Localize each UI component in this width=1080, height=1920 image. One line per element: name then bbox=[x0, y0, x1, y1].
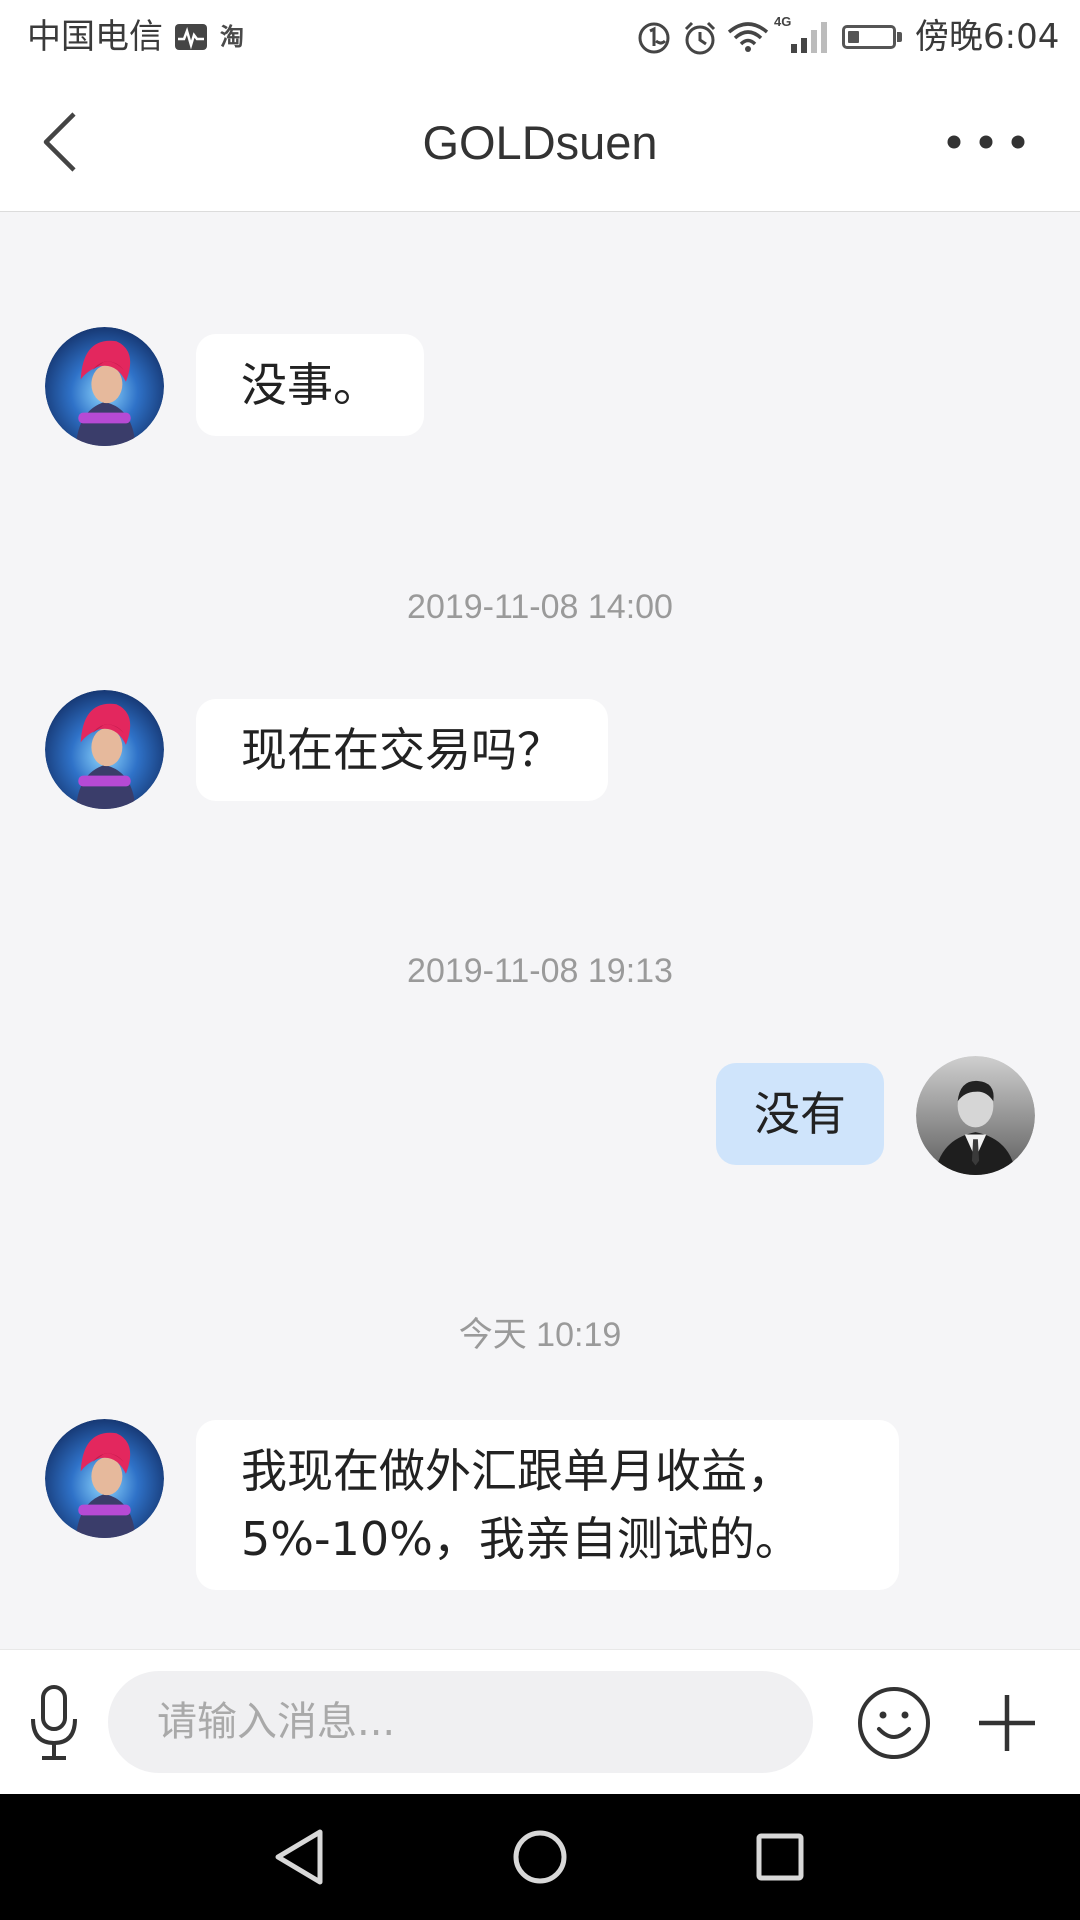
contact-avatar[interactable] bbox=[45, 327, 164, 446]
emoji-smile-icon bbox=[858, 1687, 930, 1759]
contact-avatar[interactable] bbox=[45, 690, 164, 809]
message-text: 现在在交易吗？ bbox=[241, 723, 563, 777]
home-circle-icon bbox=[513, 1830, 567, 1884]
message-text: 没有 bbox=[754, 1087, 846, 1141]
chat-header: GOLDsuen bbox=[0, 76, 1080, 212]
more-actions-button[interactable] bbox=[973, 1689, 1041, 1757]
timestamp: 2019-11-08 19:13 bbox=[407, 952, 673, 990]
alarm-icon bbox=[684, 21, 716, 55]
timestamp: 今天 10:19 bbox=[458, 1316, 622, 1354]
activity-monitor-icon bbox=[175, 24, 207, 50]
nav-home-button[interactable] bbox=[500, 1817, 580, 1897]
contact-avatar-image bbox=[45, 690, 164, 809]
message-input-container[interactable] bbox=[108, 1671, 813, 1773]
message-bubble-outgoing[interactable]: 没有 bbox=[716, 1063, 884, 1165]
self-avatar[interactable] bbox=[916, 1056, 1035, 1175]
battery-level bbox=[848, 31, 859, 43]
message-line: 我现在做外汇跟单月收益， bbox=[241, 1444, 793, 1498]
clock: 傍晚6:04 bbox=[915, 17, 1060, 57]
battery-icon bbox=[842, 25, 896, 49]
voice-input-button[interactable] bbox=[26, 1683, 82, 1763]
emoji-button[interactable] bbox=[854, 1683, 934, 1763]
message-line: 5%-10%，我亲自测试的。 bbox=[241, 1512, 801, 1566]
message-composer bbox=[0, 1649, 1080, 1794]
wifi-icon bbox=[727, 22, 769, 52]
message-bubble[interactable]: 我现在做外汇跟单月收益， 5%-10%，我亲自测试的。 bbox=[196, 1420, 899, 1590]
battery-cap bbox=[897, 32, 902, 42]
more-options-button[interactable] bbox=[930, 112, 1042, 172]
message-input[interactable] bbox=[157, 1671, 777, 1773]
hd-voice-icon bbox=[638, 22, 670, 54]
contact-avatar-image bbox=[45, 1419, 164, 1538]
message-bubble[interactable]: 没事。 bbox=[196, 334, 424, 436]
contact-avatar[interactable] bbox=[45, 1419, 164, 1538]
plus-icon bbox=[979, 1695, 1035, 1751]
status-bar: 中国电信 淘 4G 傍晚6:04 bbox=[0, 0, 1080, 76]
microphone-icon bbox=[31, 1685, 77, 1760]
taobao-badge: 淘 bbox=[220, 23, 244, 51]
self-avatar-image bbox=[916, 1056, 1035, 1175]
signal-icon bbox=[791, 22, 827, 53]
chat-screen: 中国电信 淘 4G 傍晚6:04 GOLDsuen 没事。 2019-11-08… bbox=[0, 0, 1080, 1920]
carrier-name: 中国电信 bbox=[27, 17, 163, 57]
back-triangle-icon bbox=[275, 1829, 323, 1885]
page-title: GOLDsuen bbox=[422, 116, 658, 169]
timestamp: 2019-11-08 14:00 bbox=[407, 588, 673, 626]
nav-back-button[interactable] bbox=[260, 1817, 340, 1897]
network-type: 4G bbox=[774, 14, 792, 29]
more-horizontal-icon bbox=[947, 135, 1025, 149]
system-navigation-bar bbox=[0, 1794, 1080, 1920]
nav-recents-button[interactable] bbox=[740, 1817, 820, 1897]
message-bubble[interactable]: 现在在交易吗？ bbox=[196, 699, 608, 801]
message-text: 没事。 bbox=[241, 358, 379, 412]
recents-square-icon bbox=[756, 1833, 804, 1881]
contact-avatar-image bbox=[45, 327, 164, 446]
